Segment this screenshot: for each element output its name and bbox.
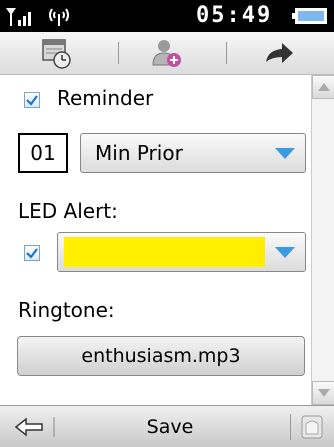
- prior-value-field[interactable]: 01: [18, 133, 68, 173]
- reminder-label: Reminder: [57, 86, 154, 110]
- scrollbar[interactable]: [311, 75, 334, 405]
- prior-unit-dropdown[interactable]: Min Prior: [80, 133, 306, 173]
- tab-bar: [0, 32, 334, 75]
- add-contact-icon: [151, 40, 181, 67]
- antenna-icon: [49, 8, 69, 26]
- tab-calendar[interactable]: [0, 32, 111, 74]
- check-icon: [26, 248, 38, 259]
- led-color-swatch: [64, 237, 265, 267]
- reminder-checkbox[interactable]: [24, 92, 40, 108]
- led-alert-label: LED Alert:: [18, 199, 118, 223]
- led-color-dropdown[interactable]: [57, 232, 306, 272]
- home-icon[interactable]: [300, 414, 324, 440]
- signal-icon: [6, 8, 31, 26]
- ringtone-button[interactable]: enthusiasm.mp3: [17, 336, 305, 376]
- prior-unit-label: Min Prior: [95, 141, 183, 165]
- bottom-divider: [290, 414, 291, 440]
- clock: 05:49: [196, 3, 273, 28]
- ringtone-label: Ringtone:: [18, 298, 115, 322]
- share-arrow-icon: [265, 43, 293, 63]
- status-bar: 05:49: [0, 0, 334, 32]
- battery-icon: [292, 8, 327, 24]
- save-button[interactable]: Save: [130, 416, 210, 438]
- led-alert-checkbox[interactable]: [24, 245, 40, 261]
- tab-contact[interactable]: [111, 32, 222, 74]
- scroll-down-button[interactable]: [312, 381, 334, 405]
- chevron-down-icon: [317, 389, 330, 397]
- scroll-up-button[interactable]: [312, 75, 334, 99]
- bottom-bar: Save: [0, 405, 334, 447]
- chevron-down-icon: [275, 247, 295, 258]
- chevron-down-icon: [275, 148, 295, 159]
- tab-share[interactable]: [223, 32, 334, 74]
- back-arrow-icon[interactable]: [14, 415, 58, 439]
- calendar-clock-icon: [41, 39, 71, 69]
- chevron-up-icon: [317, 83, 330, 91]
- check-icon: [26, 95, 38, 106]
